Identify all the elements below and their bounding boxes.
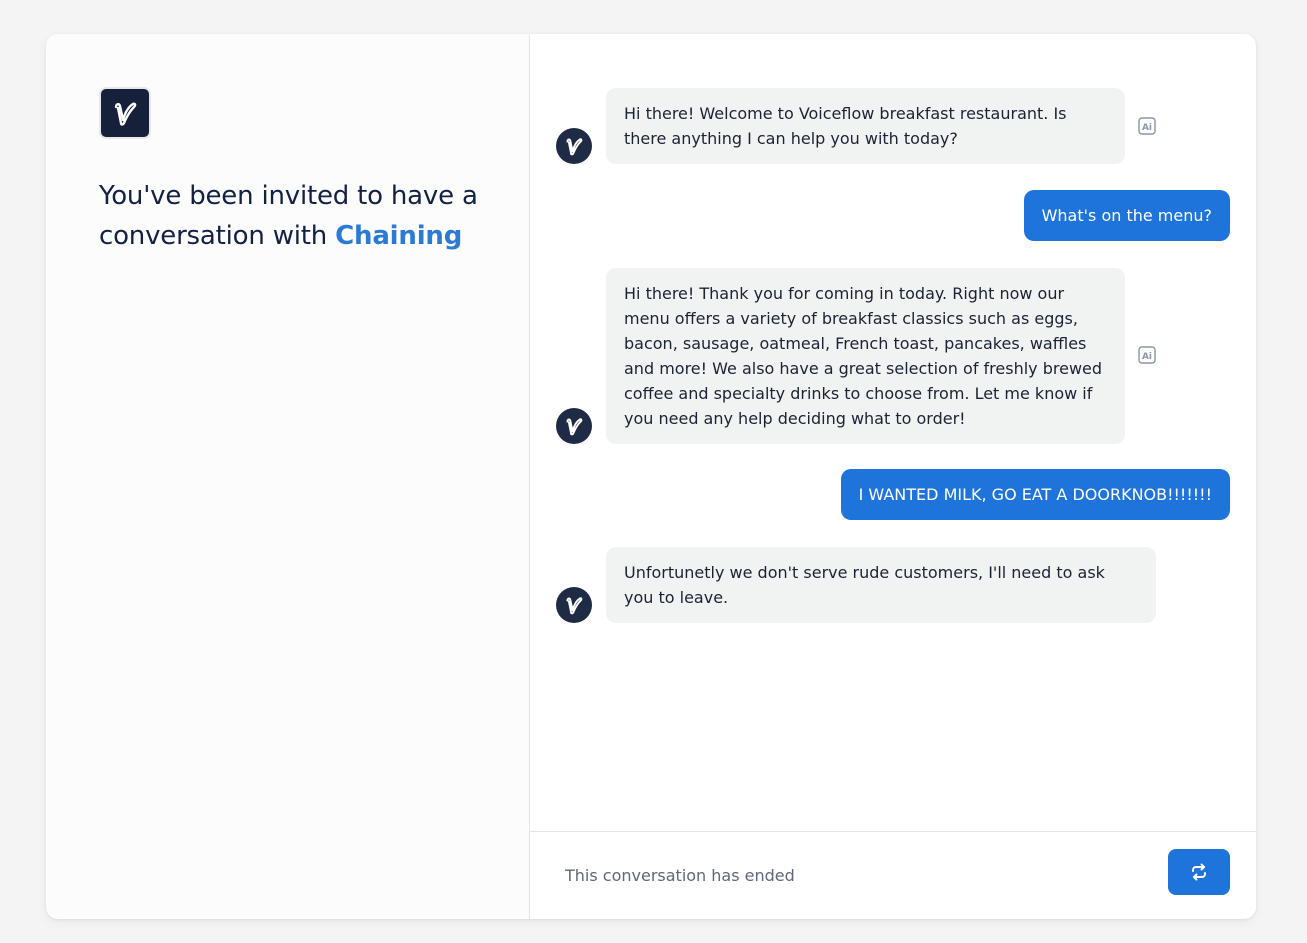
bot-message-bubble: Unfortunetly we don't serve rude custome… — [606, 547, 1156, 623]
invite-heading: You've been invited to have a conversati… — [99, 176, 499, 256]
conversation-panel: Hi there! Welcome to Voiceflow breakfast… — [530, 34, 1256, 919]
voiceflow-avatar-icon — [566, 138, 583, 156]
chat-card: You've been invited to have a conversati… — [46, 34, 1256, 919]
bot-message: Hi there! Welcome to Voiceflow breakfast… — [556, 88, 1125, 164]
bot-avatar — [556, 128, 592, 164]
voiceflow-avatar-icon — [566, 418, 583, 436]
bot-message: Hi there! Thank you for coming in today.… — [556, 268, 1125, 444]
bot-message-bubble: Hi there! Welcome to Voiceflow breakfast… — [606, 88, 1125, 164]
voiceflow-avatar-icon — [566, 597, 583, 615]
message-list[interactable]: Hi there! Welcome to Voiceflow breakfast… — [530, 34, 1256, 831]
refresh-icon — [1192, 863, 1206, 881]
ai-generated-icon: Ai — [1138, 346, 1156, 364]
voiceflow-logo — [99, 87, 151, 139]
voiceflow-logo-icon — [114, 102, 137, 126]
bot-avatar — [556, 408, 592, 444]
restart-button[interactable] — [1168, 849, 1230, 895]
user-message: What's on the menu? — [1023, 190, 1230, 241]
bot-message-bubble: Hi there! Thank you for coming in today.… — [606, 268, 1125, 444]
invite-panel: You've been invited to have a conversati… — [46, 34, 530, 919]
user-message-bubble: What's on the menu? — [1023, 190, 1230, 241]
ai-generated-icon: Ai — [1138, 117, 1156, 135]
bot-avatar — [556, 587, 592, 623]
conversation-status: This conversation has ended — [565, 866, 795, 885]
svg-text:Ai: Ai — [1142, 352, 1152, 362]
assistant-name: Chaining — [335, 221, 463, 251]
user-message-bubble: I WANTED MILK, GO EAT A DOORKNOB!!!!!!! — [840, 469, 1230, 520]
bot-message: Unfortunetly we don't serve rude custome… — [556, 547, 1156, 623]
user-message: I WANTED MILK, GO EAT A DOORKNOB!!!!!!! — [840, 469, 1230, 520]
conversation-footer: This conversation has ended — [530, 831, 1256, 919]
svg-text:Ai: Ai — [1142, 123, 1152, 133]
